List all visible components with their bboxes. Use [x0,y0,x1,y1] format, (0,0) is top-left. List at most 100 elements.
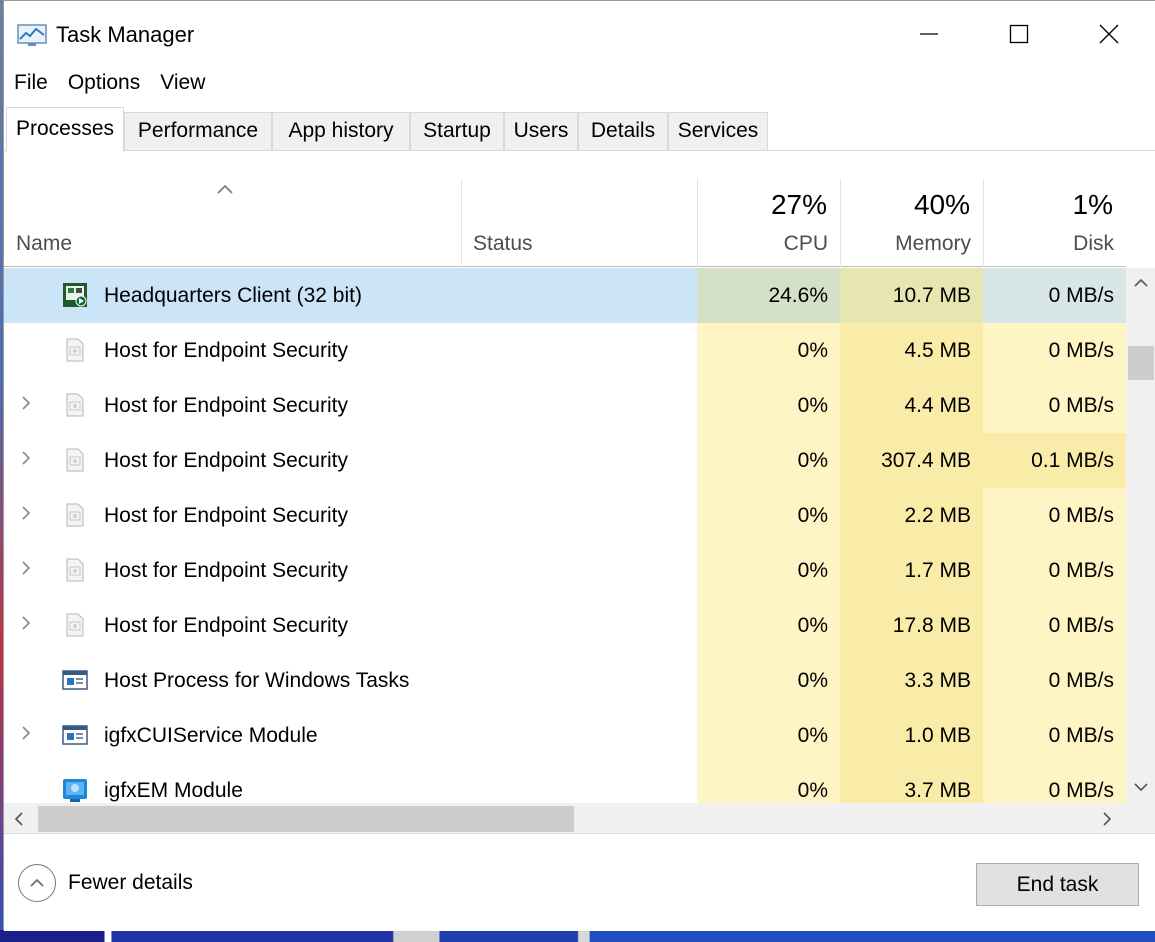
process-row[interactable]: Host Process for Windows Tasks 0% 3.3 MB 0 … [4,653,1126,708]
process-cpu: 0% [697,763,840,803]
process-name: Host Process for Windows Tasks [104,669,410,692]
process-memory: 307.4 MB [840,433,983,488]
chevron-right-icon[interactable] [20,488,32,543]
process-disk: 0 MB/s [983,543,1126,598]
process-cpu: 0% [697,598,840,653]
column-name[interactable]: Name [16,232,72,256]
window-title: Task Manager [56,22,195,47]
generic-app-icon [62,612,88,638]
end-task-button[interactable]: End task [976,863,1139,906]
scroll-left-icon[interactable] [12,811,26,827]
vertical-scrollbar[interactable] [1126,268,1155,803]
process-memory: 2.2 MB [840,488,983,543]
menu-file[interactable]: File [4,67,58,99]
column-status[interactable]: Status [473,232,533,256]
process-memory: 4.4 MB [840,378,983,433]
column-cpu[interactable]: CPU [697,232,828,256]
process-row[interactable]: Host for Endpoint Security 0% 17.8 MB 0 MB/… [4,598,1126,653]
column-header: Name Status 27% CPU 40% Memory 1% Disk [4,179,1126,267]
process-row[interactable]: Host for Endpoint Security 0% 4.4 MB 0 MB/s [4,378,1126,433]
column-memory[interactable]: Memory [840,232,971,256]
process-row[interactable]: Headquarters Client (32 bit) 24.6% 10.7 MB… [4,268,1126,323]
process-row[interactable]: igfxCUIService Module 0% 1.0 MB 0 MB/s [4,708,1126,763]
footer: Fewer details End task [4,833,1155,931]
process-memory: 3.7 MB [840,763,983,803]
generic-app-icon [62,392,88,418]
cpu-total-percent[interactable]: 27% [697,189,827,221]
chevron-right-icon[interactable] [20,543,32,598]
process-cpu: 0% [697,433,840,488]
tab-processes[interactable]: Processes [6,107,124,152]
title-bar[interactable]: Task Manager [4,1,1155,65]
minimize-icon [920,33,938,35]
column-disk[interactable]: Disk [983,232,1114,256]
horizontal-scroll-thumb[interactable] [38,806,574,832]
tab-services[interactable]: Services [668,112,768,150]
process-cpu: 24.6% [697,268,840,323]
process-disk: 0 MB/s [983,763,1126,803]
process-row[interactable]: Host for Endpoint Security 0% 4.5 MB 0 MB/s [4,323,1126,378]
column-divider[interactable] [461,179,462,267]
horizontal-scrollbar[interactable] [4,803,1126,833]
process-disk: 0.1 MB/s [983,433,1126,488]
maximize-button[interactable] [974,9,1064,59]
tab-details[interactable]: Details [578,112,668,150]
close-icon [1099,24,1119,44]
chevron-right-icon[interactable] [20,378,32,433]
process-memory: 1.7 MB [840,543,983,598]
close-button[interactable] [1064,9,1154,59]
generic-app-icon [62,502,88,528]
chevron-right-icon[interactable] [20,708,32,763]
tab-bar: Processes Performance App history Startu… [4,107,1155,152]
process-cpu: 0% [697,653,840,708]
tab-app-history[interactable]: App history [272,112,410,150]
process-disk: 0 MB/s [983,268,1126,323]
menu-view[interactable]: View [150,67,215,99]
process-disk: 0 MB/s [983,323,1126,378]
task-manager-icon [17,24,47,46]
tab-performance[interactable]: Performance [124,112,272,150]
process-name: Headquarters Client (32 bit) [104,284,362,307]
process-name: Host for Endpoint Security [104,614,348,637]
window-process-icon [62,722,88,748]
process-cpu: 0% [697,543,840,598]
process-cpu: 0% [697,323,840,378]
menu-options[interactable]: Options [58,67,150,99]
process-cpu: 0% [697,488,840,543]
vertical-scroll-thumb[interactable] [1128,346,1154,380]
scrollbar-corner [1126,803,1155,833]
process-name: Host for Endpoint Security [104,339,348,362]
process-row[interactable]: Host for Endpoint Security 0% 1.7 MB 0 MB/s [4,543,1126,598]
minimize-button[interactable] [884,9,974,59]
intel-graphics-icon [62,777,88,803]
menu-bar: File Options View [4,67,215,99]
process-row[interactable]: Host for Endpoint Security 0% 2.2 MB 0 MB/s [4,488,1126,543]
disk-total-percent[interactable]: 1% [983,189,1113,221]
process-memory: 17.8 MB [840,598,983,653]
chevron-right-icon[interactable] [20,598,32,653]
generic-app-icon [62,337,88,363]
process-name: Host for Endpoint Security [104,504,348,527]
process-memory: 4.5 MB [840,323,983,378]
maximize-icon [1009,24,1029,44]
process-cpu: 0% [697,708,840,763]
process-row[interactable]: Host for Endpoint Security 0% 307.4 MB 0.1 … [4,433,1126,488]
background-taskbar [0,930,1155,942]
process-row[interactable]: igfxEM Module 0% 3.7 MB 0 MB/s [4,763,1126,803]
fewer-details-label: Fewer details [68,871,193,894]
process-disk: 0 MB/s [983,378,1126,433]
process-disk: 0 MB/s [983,488,1126,543]
scroll-right-icon[interactable] [1100,811,1114,827]
tab-startup[interactable]: Startup [410,112,504,150]
scroll-down-icon[interactable] [1133,780,1149,794]
scroll-up-icon[interactable] [1133,276,1149,290]
chevron-right-icon[interactable] [20,433,32,488]
chevron-up-circle-icon [18,864,56,902]
process-disk: 0 MB/s [983,598,1126,653]
sort-ascending-icon [216,179,234,205]
memory-total-percent[interactable]: 40% [840,189,970,221]
window-process-icon [62,667,88,693]
process-cpu: 0% [697,378,840,433]
fewer-details-button[interactable]: Fewer details [18,864,193,902]
tab-users[interactable]: Users [504,112,578,150]
